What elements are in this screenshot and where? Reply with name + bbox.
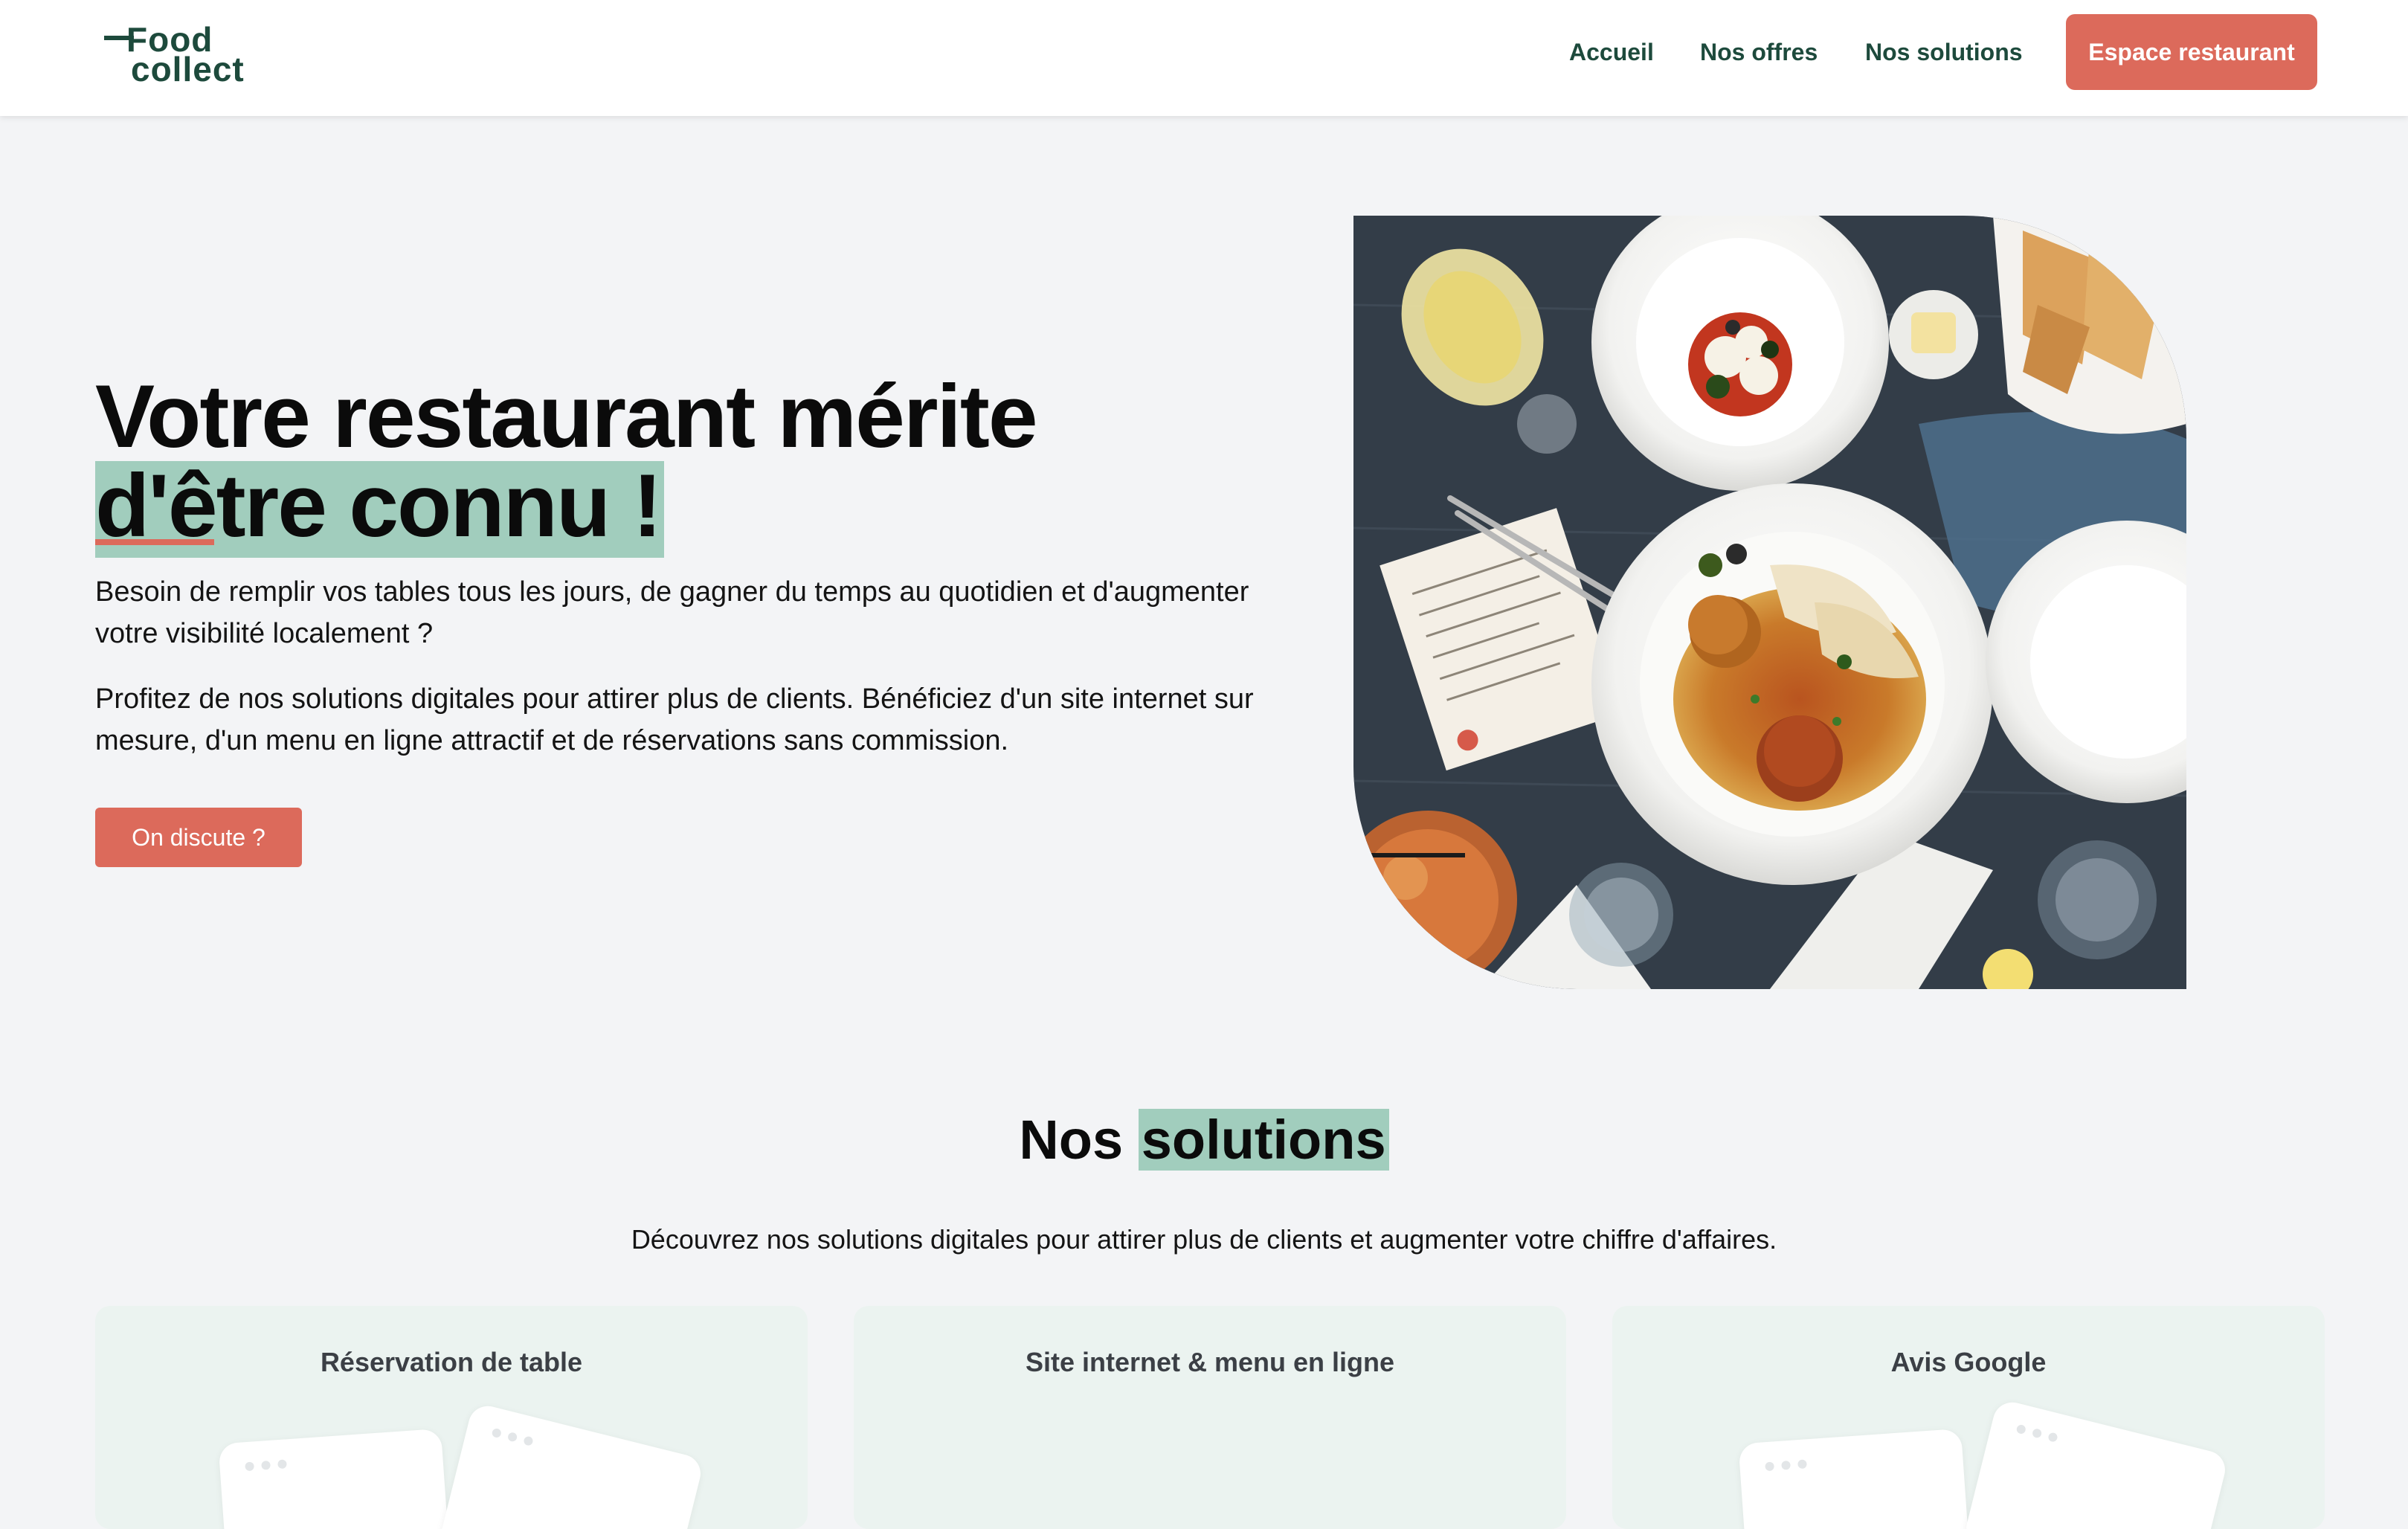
solutions-subtitle: Découvrez nos solutions digitales pour a… (631, 1224, 1777, 1255)
solution-card-avis-google[interactable]: Avis Google (1612, 1306, 2325, 1529)
hero-paragraph-1: Besoin de remplir vos tables tous les jo… (95, 576, 1249, 649)
on-discute-button[interactable]: On discute ? (95, 808, 302, 867)
site-header: Food collect Accueil Nos offres Nos solu… (0, 0, 2408, 116)
hero-title-line1: Votre restaurant mérite (95, 367, 1038, 467)
window-dots-icon (245, 1458, 294, 1475)
food-table-illustration (1353, 216, 2186, 989)
solution-card-title: Site internet & menu en ligne (1025, 1347, 1395, 1377)
solutions-title: Nos solutions (0, 1107, 2408, 1174)
reservation-mockup-right (437, 1402, 705, 1529)
solution-card-reservation[interactable]: Réservation de table (95, 1306, 808, 1529)
nav-link-accueil[interactable]: Accueil (1569, 37, 1654, 67)
foodcollect-logo[interactable]: Food collect (101, 21, 257, 88)
hero-accent-rule (95, 539, 214, 545)
window-dots-icon (2015, 1423, 2065, 1448)
reservation-mockup-left (218, 1428, 451, 1529)
solution-card-title: Avis Google (1890, 1347, 2047, 1377)
window-dots-icon (1765, 1458, 1815, 1475)
solutions-title-highlight: solutions (1138, 1109, 1389, 1171)
hero-title: Votre restaurant mérite d'être connu ! (95, 372, 1255, 559)
solution-card-title: Réservation de table (320, 1347, 583, 1377)
solutions-title-plain: Nos (1019, 1109, 1124, 1171)
avis-mockup-right (1962, 1398, 2230, 1529)
nav-link-nos-offres[interactable]: Nos offres (1700, 37, 1818, 67)
hero-food-photo (1353, 216, 2186, 989)
window-dots-icon (490, 1427, 541, 1452)
espace-restaurant-button[interactable]: Espace restaurant (2066, 14, 2317, 90)
avis-mockup-left (1738, 1428, 1971, 1529)
hero-paragraph-2: Profitez de nos solutions digitales pour… (95, 683, 1254, 756)
nav-link-nos-solutions[interactable]: Nos solutions (1865, 37, 2023, 67)
logo-line2: collect (131, 50, 245, 88)
solution-card-site-internet[interactable]: Site internet & menu en ligne (854, 1306, 1566, 1529)
